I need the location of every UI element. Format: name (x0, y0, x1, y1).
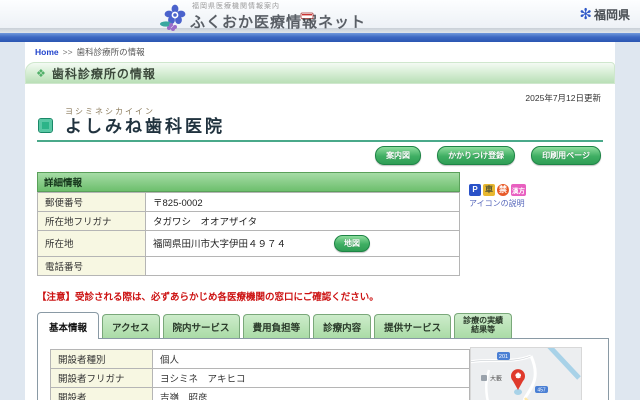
map-button[interactable]: 地図 (334, 235, 370, 252)
table-row: 所在地フリガナ タガワシ オオアザイタ (38, 211, 460, 230)
tab-provided-services[interactable]: 提供サービス (374, 314, 451, 338)
site-title: ふくおか医療情報ネット (190, 11, 366, 32)
site-subtitle: 福岡県医療機関情報案内 (192, 1, 366, 11)
table-row: 所在地 福岡県田川市大字伊田４９７４ 地図 (38, 230, 460, 256)
phone-value (146, 256, 460, 275)
table-row: 開設者 吉嶺 昭彦 (51, 387, 470, 400)
main-panel: Home >> 歯科診療所の情報 ❖ 歯科診療所の情報 2025年7月12日更新 ヨ… (25, 42, 615, 400)
founder-name-value: 吉嶺 昭彦 (153, 387, 470, 400)
table-row: 開設者フリガナ ヨシミネ アキヒコ (51, 368, 470, 387)
row-label: 所在地 (38, 230, 146, 256)
diamond-icon: ❖ (36, 67, 46, 80)
table-row: 開設者種別 個人 (51, 349, 470, 368)
details-table: 郵便番号 〒825-0002 所在地フリガナ タガワシ オオアザイタ 所在地 福… (37, 192, 460, 276)
family-doctor-register-button[interactable]: かかりつけ登録 (437, 146, 515, 165)
clinic-bullet-icon (39, 119, 52, 132)
tab-treatment-results[interactable]: 診療の実績 結果等 (454, 313, 512, 337)
founder-furigana-value: ヨシミネ アキヒコ (153, 368, 470, 387)
details-section: 詳細情報 郵便番号 〒825-0002 所在地フリガナ タガワシ オオアザイタ … (37, 172, 603, 276)
basic-info-panel: 開設者種別 個人 開設者フリガナ ヨシミネ アキヒコ 開設者 吉嶺 昭彦 駐車場… (37, 338, 609, 400)
breadcrumb: Home >> 歯科診療所の情報 (25, 42, 615, 61)
print-page-button[interactable]: 印刷用ページ (531, 146, 601, 165)
notice-text: 【注意】受診される際は、必ずあらかじめ各医療機関の窓口にご確認ください。 (37, 289, 603, 303)
breadcrumb-separator: >> (63, 47, 73, 57)
tab-treatment-content[interactable]: 診療内容 (313, 314, 371, 338)
header-blue-bar (0, 33, 640, 42)
clinic-furigana: ヨシミネシカイイン (65, 106, 603, 117)
row-label: 所在地フリガナ (38, 211, 146, 230)
tab-access[interactable]: アクセス (102, 314, 160, 338)
clinic-header: ヨシミネシカイイン よしみね歯科医院 (37, 106, 603, 142)
road-shield-201: 201 (499, 354, 508, 360)
basic-info-table: 開設者種別 個人 開設者フリガナ ヨシミネ アキヒコ 開設者 吉嶺 昭彦 駐車場… (50, 349, 470, 400)
site-header: 福岡県医療機関情報案内 ふくおか医療情報ネット ✻ 福岡県 (0, 0, 640, 28)
tab-bar: 基本情報 アクセス 院内サービス 費用負担等 診療内容 提供サービス 診療の実績… (37, 312, 609, 338)
address-value: 福岡県田川市大字伊田４９７４ (153, 236, 286, 250)
yellow-badge-icon: 車 (483, 184, 495, 196)
site-logo[interactable]: 福岡県医療機関情報案内 ふくおか医療情報ネット (160, 1, 366, 32)
founder-type-value: 個人 (153, 349, 470, 368)
icons-explanation-link[interactable]: アイコンの説明 (469, 198, 619, 209)
row-label: 郵便番号 (38, 192, 146, 211)
prefecture-flower-icon: ✻ (579, 7, 592, 22)
prefecture-logo[interactable]: ✻ 福岡県 (579, 6, 630, 23)
postal-code-value: 〒825-0002 (146, 192, 460, 211)
breadcrumb-current: 歯科診療所の情報 (77, 47, 145, 57)
clinic-name: よしみね歯科医院 (65, 117, 603, 137)
ambulance-icon (300, 12, 314, 24)
row-label: 開設者種別 (51, 349, 153, 368)
parking-icon: P (469, 184, 481, 196)
details-caption: 詳細情報 (37, 172, 460, 192)
tab-costs[interactable]: 費用負担等 (243, 314, 311, 338)
road-shield-457: 457 (537, 387, 546, 393)
address-furigana-value: タガワシ オオアザイタ (146, 211, 460, 230)
no-smoking-icon: 禁 (497, 184, 509, 196)
row-label: 開設者 (51, 387, 153, 400)
guide-map-button[interactable]: 案内図 (375, 146, 421, 165)
updated-date: 2025年7月12日更新 (25, 84, 615, 104)
location-map[interactable]: 201 457 大藪 小倉山線 Google Map data ©2026 (470, 347, 582, 400)
row-label: 開設者フリガナ (51, 368, 153, 387)
row-label: 電話番号 (38, 256, 146, 275)
table-row: 電話番号 (38, 256, 460, 275)
page-title: 歯科診療所の情報 (52, 65, 156, 82)
page-banner: ❖ 歯科診療所の情報 (25, 62, 615, 84)
tab-basic-info[interactable]: 基本情報 (37, 312, 99, 339)
facility-icons: P 車 禁 漢方 アイコンの説明 (469, 184, 619, 209)
table-row: 郵便番号 〒825-0002 (38, 192, 460, 211)
breadcrumb-home-link[interactable]: Home (35, 47, 59, 57)
kampo-icon: 漢方 (511, 184, 526, 196)
prefecture-name: 福岡県 (594, 6, 630, 23)
tab-in-hospital-services[interactable]: 院内サービス (163, 314, 240, 338)
flower-logo-icon (160, 3, 190, 31)
action-buttons: 案内図 かかりつけ登録 印刷用ページ (25, 146, 601, 165)
map-place-label: 大藪 (490, 374, 502, 382)
